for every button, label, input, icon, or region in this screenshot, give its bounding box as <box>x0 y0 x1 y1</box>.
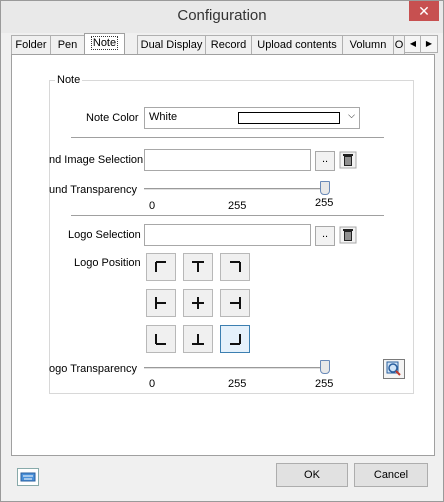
background-transparency-value: 255 <box>315 197 334 209</box>
background-image-browse-button[interactable]: .. <box>315 151 335 171</box>
tab-strip: Folder Pen Note Dual Display Record Uplo… <box>11 33 438 54</box>
align-bottom-right-icon <box>230 334 241 345</box>
tab-volumn[interactable]: Volumn <box>342 35 394 54</box>
logo-position-middle-right-button[interactable] <box>220 289 250 317</box>
background-image-label: nd Image Selection <box>49 154 144 166</box>
logo-position-bottom-center-button[interactable] <box>183 325 213 353</box>
align-center-icon <box>192 297 204 309</box>
tab-scroll-right-icon[interactable]: ▶ <box>420 35 438 53</box>
note-color-swatch <box>238 112 340 124</box>
background-transparency-min: 0 <box>149 200 156 212</box>
background-image-field[interactable] <box>144 149 311 171</box>
background-transparency-thumb[interactable] <box>320 181 330 195</box>
note-color-select[interactable]: White ⌵ <box>144 107 360 129</box>
tab-note[interactable]: Note <box>84 33 125 54</box>
align-bottom-left-icon <box>155 334 166 345</box>
logo-transparency-thumb[interactable] <box>320 360 330 374</box>
note-group-title: Note <box>55 74 83 86</box>
logo-position-top-center-button[interactable] <box>183 253 213 281</box>
trash-icon[interactable] <box>339 151 357 169</box>
align-top-right-icon <box>230 261 241 272</box>
align-top-center-icon <box>192 261 204 272</box>
logo-position-bottom-right-button[interactable] <box>220 325 250 353</box>
note-color-value: White <box>149 111 178 123</box>
cancel-button[interactable]: Cancel <box>354 463 428 487</box>
logo-transparency-mid: 255 <box>228 378 247 390</box>
logo-position-top-left-button[interactable] <box>146 253 176 281</box>
divider <box>71 137 384 138</box>
logo-position-label: Logo Position <box>74 257 141 269</box>
tab-folder[interactable]: Folder <box>11 35 51 54</box>
logo-position-top-right-button[interactable] <box>220 253 250 281</box>
tab-dual-display[interactable]: Dual Display <box>137 35 206 54</box>
align-middle-right-icon <box>230 297 241 309</box>
note-tab-panel: Note Note Color White ⌵ nd Image Selecti… <box>11 54 435 456</box>
logo-transparency-min: 0 <box>149 378 156 390</box>
background-transparency-label: und Transparency <box>49 184 138 196</box>
preview-magnifier-icon[interactable] <box>383 359 405 379</box>
logo-transparency-label: ogo Transparency <box>49 363 138 375</box>
tab-pen[interactable]: Pen <box>50 35 85 54</box>
logo-browse-button[interactable]: .. <box>315 226 335 246</box>
align-top-left-icon <box>155 261 166 272</box>
logo-position-bottom-left-button[interactable] <box>146 325 176 353</box>
configuration-window: Configuration ✕ Folder Pen Note Dual Dis… <box>0 0 444 502</box>
note-color-label: Note Color <box>86 112 139 124</box>
logo-selection-label: Logo Selection <box>68 229 141 241</box>
align-bottom-center-icon <box>192 334 204 345</box>
keyboard-icon[interactable] <box>17 468 39 486</box>
title-bar: Configuration ✕ <box>1 1 443 33</box>
chevron-down-icon: ⌵ <box>348 110 355 120</box>
logo-selection-field[interactable] <box>144 224 311 246</box>
close-button[interactable]: ✕ <box>409 1 439 21</box>
background-transparency-slider[interactable] <box>144 188 324 190</box>
background-transparency-mid: 255 <box>228 200 247 212</box>
logo-transparency-value: 255 <box>315 378 334 390</box>
logo-position-center-button[interactable] <box>183 289 213 317</box>
trash-icon[interactable] <box>339 226 357 244</box>
align-middle-left-icon <box>155 297 166 309</box>
tab-record[interactable]: Record <box>205 35 252 54</box>
ok-button[interactable]: OK <box>276 463 348 487</box>
tab-upload-contents[interactable]: Upload contents <box>251 35 343 54</box>
window-title: Configuration <box>177 7 267 24</box>
logo-position-middle-left-button[interactable] <box>146 289 176 317</box>
divider <box>71 215 384 216</box>
tab-note-label: Note <box>90 36 119 50</box>
logo-transparency-slider[interactable] <box>144 367 324 369</box>
